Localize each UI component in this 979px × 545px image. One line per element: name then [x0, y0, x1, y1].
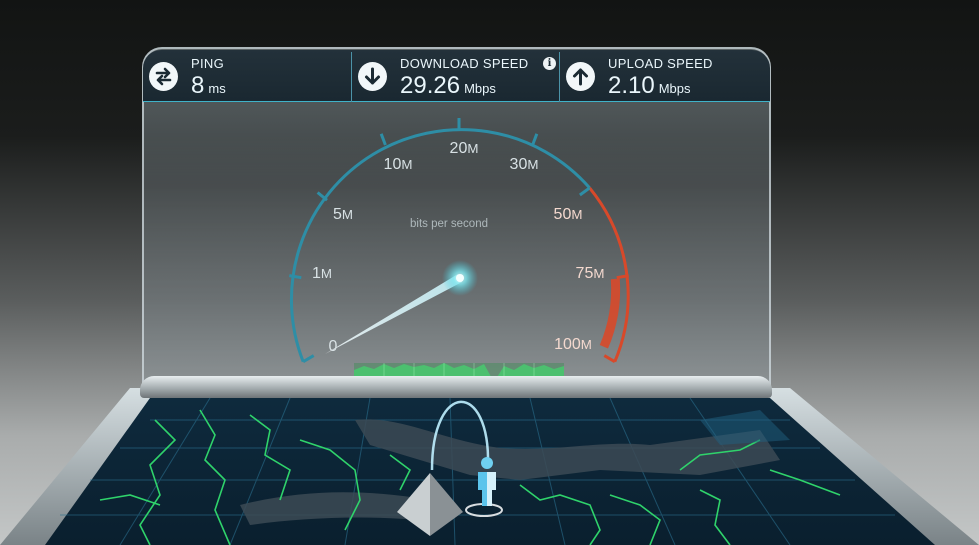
server-map[interactable] — [0, 0, 979, 545]
panel-base — [140, 376, 772, 398]
speedtest-stage: PING 8 ms DOWNLOAD SPEED 29.26 Mbps i UPLO… — [0, 0, 979, 545]
